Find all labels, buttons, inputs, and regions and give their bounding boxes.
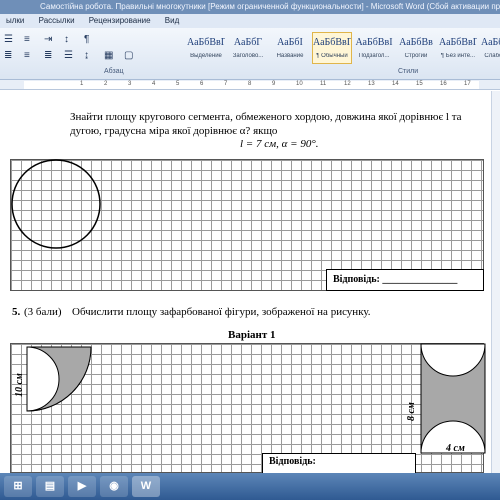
ribbon: ☰ ≡ ⇥ ↕ ¶ ≣ ≡ ≣ ☰ ↨ ▦ ▢ Абзац АаБбВвГ Выд…	[0, 28, 500, 80]
ruler-number: 14	[392, 81, 399, 87]
label-10cm: 10 см	[14, 373, 25, 397]
style-tile[interactable]: АаБбI Название	[270, 32, 310, 64]
indent-icon[interactable]: ⇥	[44, 34, 52, 45]
ruler-number: 11	[320, 81, 327, 87]
style-sample: АаБбI	[277, 37, 303, 48]
ruler-number: 2	[104, 81, 108, 87]
ruler-number: 7	[224, 81, 228, 87]
style-tile[interactable]: АаБбВвГ ¶ Обычный	[312, 32, 352, 64]
ruler-number: 5	[176, 81, 180, 87]
style-name: ¶ Обычный	[316, 53, 348, 59]
ruler-number: 12	[344, 81, 351, 87]
style-name: Заголово...	[232, 53, 264, 59]
app-icon[interactable]: ◉	[100, 476, 128, 497]
style-sample: АаБбВвГ	[481, 37, 500, 48]
style-sample: АаБбВвГ	[439, 37, 477, 48]
align-left-icon[interactable]: ≣	[4, 50, 12, 61]
ruler-number: 9	[272, 81, 276, 87]
styles-group-label: Стили	[398, 68, 419, 75]
ruler-number: 8	[248, 81, 252, 87]
ruler-number: 16	[440, 81, 447, 87]
style-tile[interactable]: АаБбГ Заголово...	[228, 32, 268, 64]
style-name: Подзагол...	[358, 53, 390, 59]
style-sample: АаБбГ	[233, 37, 263, 48]
window-title: Самостійна робота. Правильні многокутник…	[0, 0, 500, 14]
style-tile[interactable]: АаБбВв Строгий	[396, 32, 436, 64]
explorer-icon[interactable]: ▤	[36, 476, 64, 497]
style-tile[interactable]: АаБбВвI Подзагол...	[354, 32, 394, 64]
style-sample: АаБбВвI	[355, 37, 393, 48]
shading-icon[interactable]: ▦	[104, 50, 113, 61]
align-right-icon[interactable]: ≣	[44, 50, 52, 61]
style-name: Выделение	[190, 53, 222, 59]
sort-icon[interactable]: ↕	[64, 34, 69, 45]
ruler-number: 6	[200, 81, 204, 87]
style-tile[interactable]: АаБбВвГ ¶ Без инте...	[438, 32, 478, 64]
ruler-number: 15	[416, 81, 423, 87]
style-tile[interactable]: АаБбВвГ Слабое в...	[480, 32, 500, 64]
style-sample: АаБбВв	[399, 37, 433, 48]
paragraph-group-label: Абзац	[104, 68, 124, 75]
style-name: Строгий	[404, 53, 428, 59]
menu-review[interactable]: Рецензирование	[83, 14, 157, 28]
media-icon[interactable]: ▶	[68, 476, 96, 497]
ruler-number: 17	[464, 81, 471, 87]
borders-icon[interactable]: ▢	[124, 50, 133, 61]
style-name: Название	[276, 53, 304, 59]
style-sample: АаБбВвГ	[187, 37, 225, 48]
pilcrow-icon[interactable]: ¶	[84, 34, 89, 45]
ruler-number: 10	[296, 81, 303, 87]
menu-links[interactable]: ылки	[0, 14, 30, 28]
ruler-number: 4	[152, 81, 156, 87]
word-taskbar-icon[interactable]: W	[132, 476, 160, 497]
taskbar: ⊞ ▤ ▶ ◉ W	[0, 473, 500, 500]
style-name: Слабое в...	[484, 53, 500, 59]
justify-icon[interactable]: ☰	[64, 50, 73, 61]
ruler-number: 13	[368, 81, 375, 87]
style-tile[interactable]: АаБбВвГ Выделение	[186, 32, 226, 64]
horizontal-ruler[interactable]: 1 2 3 4 5 6 7 8 9 10 11 12 13 14 15 16 17	[0, 80, 500, 90]
vertical-scrollbar[interactable]	[491, 91, 500, 473]
line-spacing-icon[interactable]: ↨	[84, 50, 89, 61]
answer-box-task5: Відповідь:	[262, 453, 416, 473]
ruler-number: 3	[128, 81, 132, 87]
bullet-list-icon[interactable]: ☰	[4, 34, 13, 45]
style-sample: АаБбВвГ	[313, 37, 351, 48]
menu-mailings[interactable]: Рассылки	[33, 14, 81, 28]
style-name: ¶ Без инте...	[440, 53, 476, 59]
label-4cm: 4 см	[446, 443, 465, 454]
align-center-icon[interactable]: ≡	[24, 50, 30, 61]
numbered-list-icon[interactable]: ≡	[24, 34, 30, 45]
start-button-icon[interactable]: ⊞	[4, 476, 32, 497]
ruler-page-area	[24, 81, 479, 89]
document-page[interactable]: Знайти площу кругового сегмента, обмежен…	[0, 91, 491, 473]
figures-drawing	[26, 343, 486, 454]
menu-bar: ылки Рассылки Рецензирование Вид	[0, 14, 500, 28]
ruler-number: 1	[80, 81, 84, 87]
label-8cm: 8 см	[406, 402, 417, 421]
menu-view[interactable]: Вид	[159, 14, 185, 28]
